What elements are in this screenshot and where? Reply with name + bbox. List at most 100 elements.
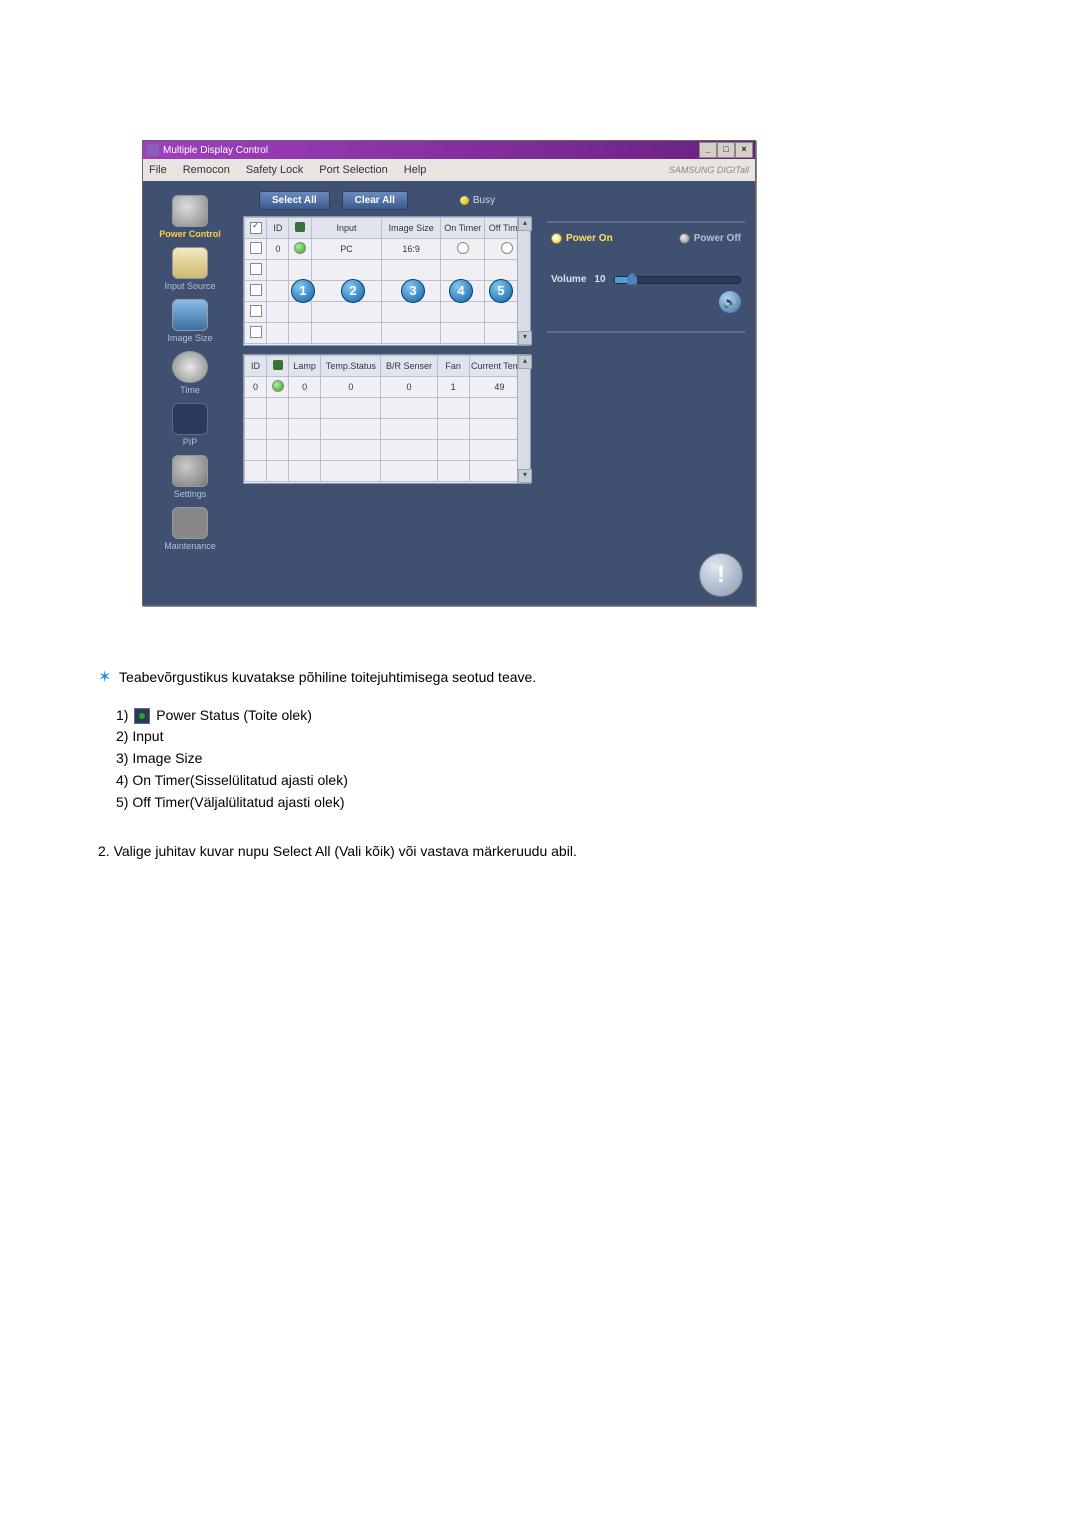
table-row[interactable] <box>245 281 530 302</box>
offtimer-radio <box>501 242 513 254</box>
display-grid: ID Input Image Size On Timer Off Timer 0… <box>243 216 531 346</box>
table-row[interactable]: 0 0 0 0 1 49 <box>245 377 530 398</box>
sidebar-item-power[interactable]: Power Control <box>143 195 237 239</box>
menu-safetylock[interactable]: Safety Lock <box>246 164 303 176</box>
cell-imagesize: 16:9 <box>382 239 441 260</box>
sidebar-label: Settings <box>143 489 237 499</box>
document-text: ✶ Teabevõrgustikus kuvatakse põhiline to… <box>98 666 818 863</box>
col-fan: Fan <box>437 356 469 377</box>
cell-tempstatus: 0 <box>321 377 381 398</box>
col-input: Input <box>311 218 382 239</box>
volume-row: Volume 10 <box>551 274 741 285</box>
menu-remocon[interactable]: Remocon <box>183 164 230 176</box>
col-imagesize: Image Size <box>382 218 441 239</box>
maximize-button[interactable]: □ <box>717 142 735 158</box>
power-off-label: Power Off <box>694 233 741 244</box>
select-all-button[interactable]: Select All <box>259 191 330 210</box>
volume-slider[interactable] <box>614 276 741 284</box>
power-off-button[interactable]: Power Off <box>679 233 741 244</box>
sidebar-item-time[interactable]: Time <box>143 351 237 395</box>
list-item: 2) Input <box>116 726 818 748</box>
table-row[interactable] <box>245 461 530 482</box>
power-box: Power On Power Off Volume 10 <box>547 221 745 333</box>
list-item: 3) Image Size <box>116 748 818 770</box>
col-status <box>289 218 311 239</box>
col-brsenser: B/R Senser <box>381 356 437 377</box>
minimize-button[interactable]: _ <box>699 142 717 158</box>
menu-bar: File Remocon Safety Lock Port Selection … <box>143 159 755 181</box>
scrollbar[interactable]: ▴ ▾ <box>517 217 530 345</box>
sidebar-label: Time <box>143 385 237 395</box>
second-paragraph: 2. Valige juhitav kuvar nupu Select All … <box>98 841 818 863</box>
col-id: ID <box>267 218 289 239</box>
sidebar-label: Power Control <box>143 229 237 239</box>
sidebar-label: PIP <box>143 437 237 447</box>
table-row[interactable] <box>245 260 530 281</box>
list-item: 1) Power Status (Toite olek) <box>116 705 818 727</box>
sidebar-label: Maintenance <box>143 541 237 551</box>
power-off-dot-icon <box>679 233 690 244</box>
power-on-button[interactable]: Power On <box>551 233 613 244</box>
col-status <box>267 356 289 377</box>
menu-help[interactable]: Help <box>404 164 427 176</box>
scroll-up-icon[interactable]: ▴ <box>518 217 532 231</box>
status-dot-icon <box>272 380 284 392</box>
sidebar: Power Control Input Source Image Size Ti… <box>143 181 237 605</box>
busy-indicator: Busy <box>460 195 495 206</box>
power-on-dot-icon <box>551 233 562 244</box>
cell-lamp: 0 <box>289 377 321 398</box>
brand-label: SAMSUNG DIGITall <box>669 165 749 175</box>
cell-id: 0 <box>245 377 267 398</box>
sidebar-label: Input Source <box>143 281 237 291</box>
scrollbar[interactable]: ▴ ▾ <box>517 355 530 483</box>
row-checkbox[interactable] <box>250 242 262 254</box>
settings-icon <box>172 455 208 487</box>
time-icon <box>172 351 208 383</box>
table-row[interactable]: 0 PC 16:9 <box>245 239 530 260</box>
cell-id: 0 <box>267 239 289 260</box>
sidebar-item-pip[interactable]: PIP <box>143 403 237 447</box>
table-row[interactable] <box>245 419 530 440</box>
ontimer-radio <box>457 242 469 254</box>
close-button[interactable]: × <box>735 142 753 158</box>
clear-all-button[interactable]: Clear All <box>342 191 408 210</box>
info-icon[interactable]: ! <box>699 553 743 597</box>
col-tempstatus: Temp.Status <box>321 356 381 377</box>
cell-brsenser: 0 <box>381 377 437 398</box>
scroll-down-icon[interactable]: ▾ <box>518 469 532 483</box>
volume-thumb[interactable] <box>627 273 637 285</box>
right-panel: Power On Power Off Volume 10 <box>537 181 755 605</box>
table-row[interactable] <box>245 440 530 461</box>
power-on-label: Power On <box>566 233 613 244</box>
sidebar-item-settings[interactable]: Settings <box>143 455 237 499</box>
scroll-up-icon[interactable]: ▴ <box>518 355 532 369</box>
col-id: ID <box>245 356 267 377</box>
center-panel: Select All Clear All Busy <box>237 181 537 605</box>
star-icon: ✶ <box>98 666 111 691</box>
status-dot-icon <box>294 242 306 254</box>
sidebar-label: Image Size <box>143 333 237 343</box>
table-row[interactable] <box>245 398 530 419</box>
sidebar-item-input[interactable]: Input Source <box>143 247 237 291</box>
sidebar-item-maintenance[interactable]: Maintenance <box>143 507 237 551</box>
list-item: 5) Off Timer(Väljalülitatud ajasti olek) <box>116 792 818 814</box>
power-status-icon <box>134 708 150 724</box>
scroll-down-icon[interactable]: ▾ <box>518 331 532 345</box>
window-title: Multiple Display Control <box>163 145 268 156</box>
volume-label: Volume <box>551 274 586 285</box>
list-item: 4) On Timer(Sisselülitatud ajasti olek) <box>116 770 818 792</box>
title-bar: Multiple Display Control _ □ × <box>143 141 755 159</box>
menu-portselection[interactable]: Port Selection <box>319 164 387 176</box>
col-check <box>245 218 267 239</box>
sidebar-item-imagesize[interactable]: Image Size <box>143 299 237 343</box>
table-row[interactable] <box>245 323 530 344</box>
speaker-icon[interactable]: 🔊 <box>719 291 741 313</box>
maintenance-icon <box>172 507 208 539</box>
menu-file[interactable]: File <box>149 164 167 176</box>
info-bubble-wrap: ! <box>699 553 743 597</box>
app-window: Multiple Display Control _ □ × File Remo… <box>142 140 756 606</box>
busy-label: Busy <box>473 195 495 206</box>
power-icon <box>172 195 208 227</box>
busy-dot-icon <box>460 196 469 205</box>
table-row[interactable] <box>245 302 530 323</box>
